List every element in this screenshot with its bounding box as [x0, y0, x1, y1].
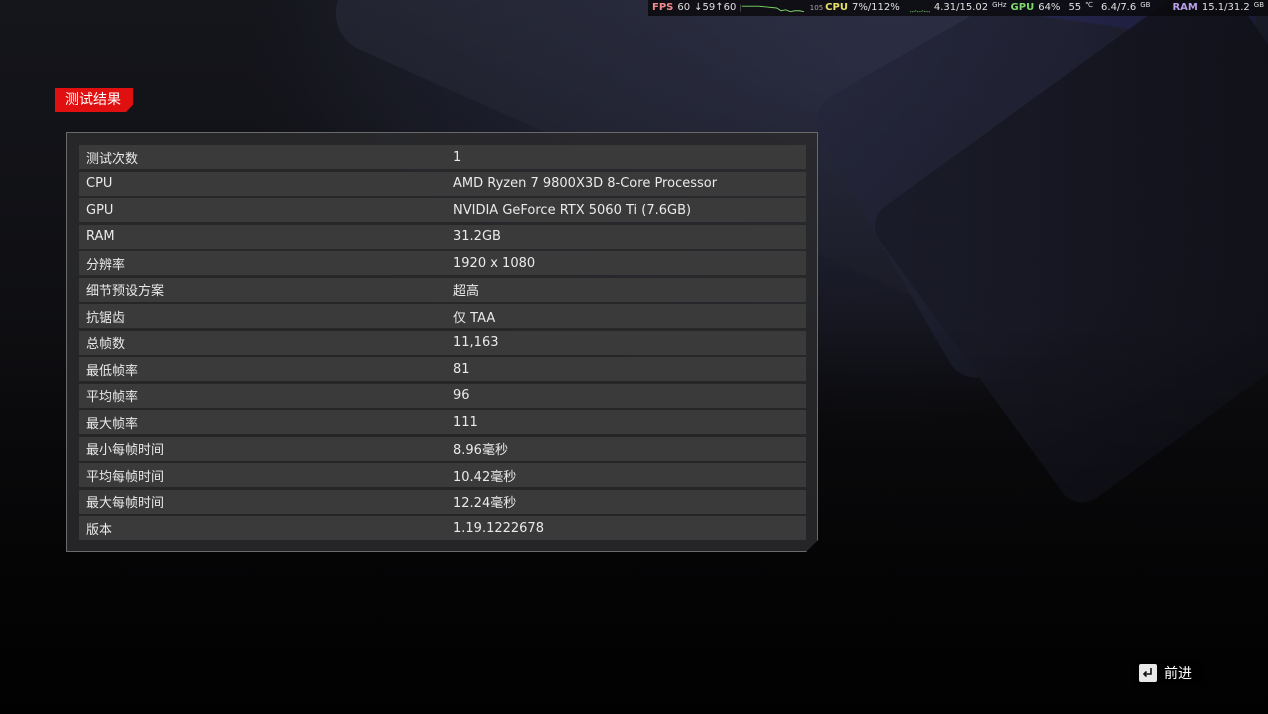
result-value: 超高: [453, 284, 480, 299]
result-value: NVIDIA GeForce RTX 5060 Ti (7.6GB): [453, 202, 692, 218]
result-value: 1: [453, 149, 462, 165]
result-label: 最低帧率: [86, 363, 139, 379]
result-value: 1.19.1222678: [453, 520, 544, 536]
next-button[interactable]: 前进: [1133, 660, 1205, 686]
result-row-anti-aliasing: 抗锯齿 仅 TAA: [79, 304, 806, 328]
result-row-min-frametime: 最小每帧时间 8.96毫秒: [79, 437, 806, 461]
result-value: 1920 x 1080: [453, 255, 536, 271]
result-label: RAM: [86, 229, 115, 244]
result-value: 10.42毫秒: [453, 469, 517, 485]
result-row-max-frametime: 最大每帧时间 12.24毫秒: [79, 490, 806, 514]
result-value: 81: [453, 361, 470, 377]
result-label: 平均帧率: [86, 390, 139, 405]
result-row-detail-preset: 细节预设方案 超高: [79, 278, 806, 302]
gpu-temp: 55 ℃: [1068, 1, 1094, 13]
enter-key-icon: [1139, 664, 1157, 682]
gpu-label: GPU: [1010, 2, 1035, 13]
result-row-resolution: 分辨率 1920 x 1080: [79, 251, 806, 275]
results-table: 测试次数 1 CPU AMD Ryzen 7 9800X3D 8-Core Proc…: [79, 145, 806, 543]
result-label: GPU: [86, 202, 114, 218]
result-label: 分辨率: [86, 257, 126, 273]
result-label: 总帧数: [86, 337, 126, 352]
result-row-gpu: GPU NVIDIA GeForce RTX 5060 Ti (7.6GB): [79, 198, 806, 222]
result-label: 平均每帧时间: [86, 469, 165, 485]
result-value: 96: [453, 388, 470, 403]
result-row-version: 版本 1.19.1222678: [79, 516, 806, 540]
result-row-ram: RAM 31.2GB: [79, 225, 806, 249]
cpu-value: 7%/112%: [851, 2, 900, 13]
result-row-avg-fps: 平均帧率 96: [79, 384, 806, 408]
result-value: 111: [453, 414, 478, 430]
result-label: 最大每帧时间: [86, 496, 165, 511]
results-panel: 测试次数 1 CPU AMD Ryzen 7 9800X3D 8-Core Proc…: [66, 132, 818, 552]
result-label: 细节预设方案: [86, 284, 165, 299]
result-value: AMD Ryzen 7 9800X3D 8-Core Processor: [453, 176, 718, 191]
fps-value: 60: [677, 2, 691, 13]
ram-value: 15.1/31.2 GB: [1201, 1, 1264, 13]
result-row-min-fps: 最低帧率 81: [79, 357, 806, 381]
result-value: 8.96毫秒: [453, 443, 508, 458]
result-value: 12.24毫秒: [453, 496, 517, 511]
result-row-max-fps: 最大帧率 111: [79, 410, 806, 434]
result-row-avg-frametime: 平均每帧时间 10.42毫秒: [79, 463, 806, 487]
result-label: 测试次数: [86, 151, 139, 167]
cpu-label: CPU: [825, 2, 848, 13]
result-label: 版本: [86, 522, 113, 538]
result-value: 11,163: [453, 335, 499, 350]
result-value: 仅 TAA: [453, 310, 496, 326]
result-label: 抗锯齿: [86, 310, 126, 326]
result-label: CPU: [86, 176, 113, 191]
gpu-value: 64%: [1038, 2, 1061, 13]
frametime-graph-label: 105: [809, 4, 824, 12]
cpu-clock: 4.31/15.02 GHz: [933, 1, 1007, 13]
ram-label: RAM: [1172, 2, 1198, 13]
cpu-graph: [909, 10, 930, 13]
performance-overlay: FPS 60 ↓59↑60 105 CPU 7%/112% 4.31/15.02…: [648, 0, 1268, 16]
frametime-graph: [740, 4, 805, 13]
vram-usage: 6.4/7.6 GB: [1101, 1, 1151, 13]
result-label: 最大帧率: [86, 416, 139, 432]
result-row-cpu: CPU AMD Ryzen 7 9800X3D 8-Core Processor: [79, 172, 806, 196]
page-title: 测试结果: [55, 88, 133, 112]
next-button-label: 前进: [1164, 666, 1192, 682]
fps-label: FPS: [652, 2, 674, 13]
result-value: 31.2GB: [453, 229, 501, 244]
result-row-total-frames: 总帧数 11,163: [79, 331, 806, 355]
result-label: 最小每帧时间: [86, 443, 165, 458]
result-row-test-count: 测试次数 1: [79, 145, 806, 169]
fps-range: ↓59↑60: [694, 2, 737, 13]
